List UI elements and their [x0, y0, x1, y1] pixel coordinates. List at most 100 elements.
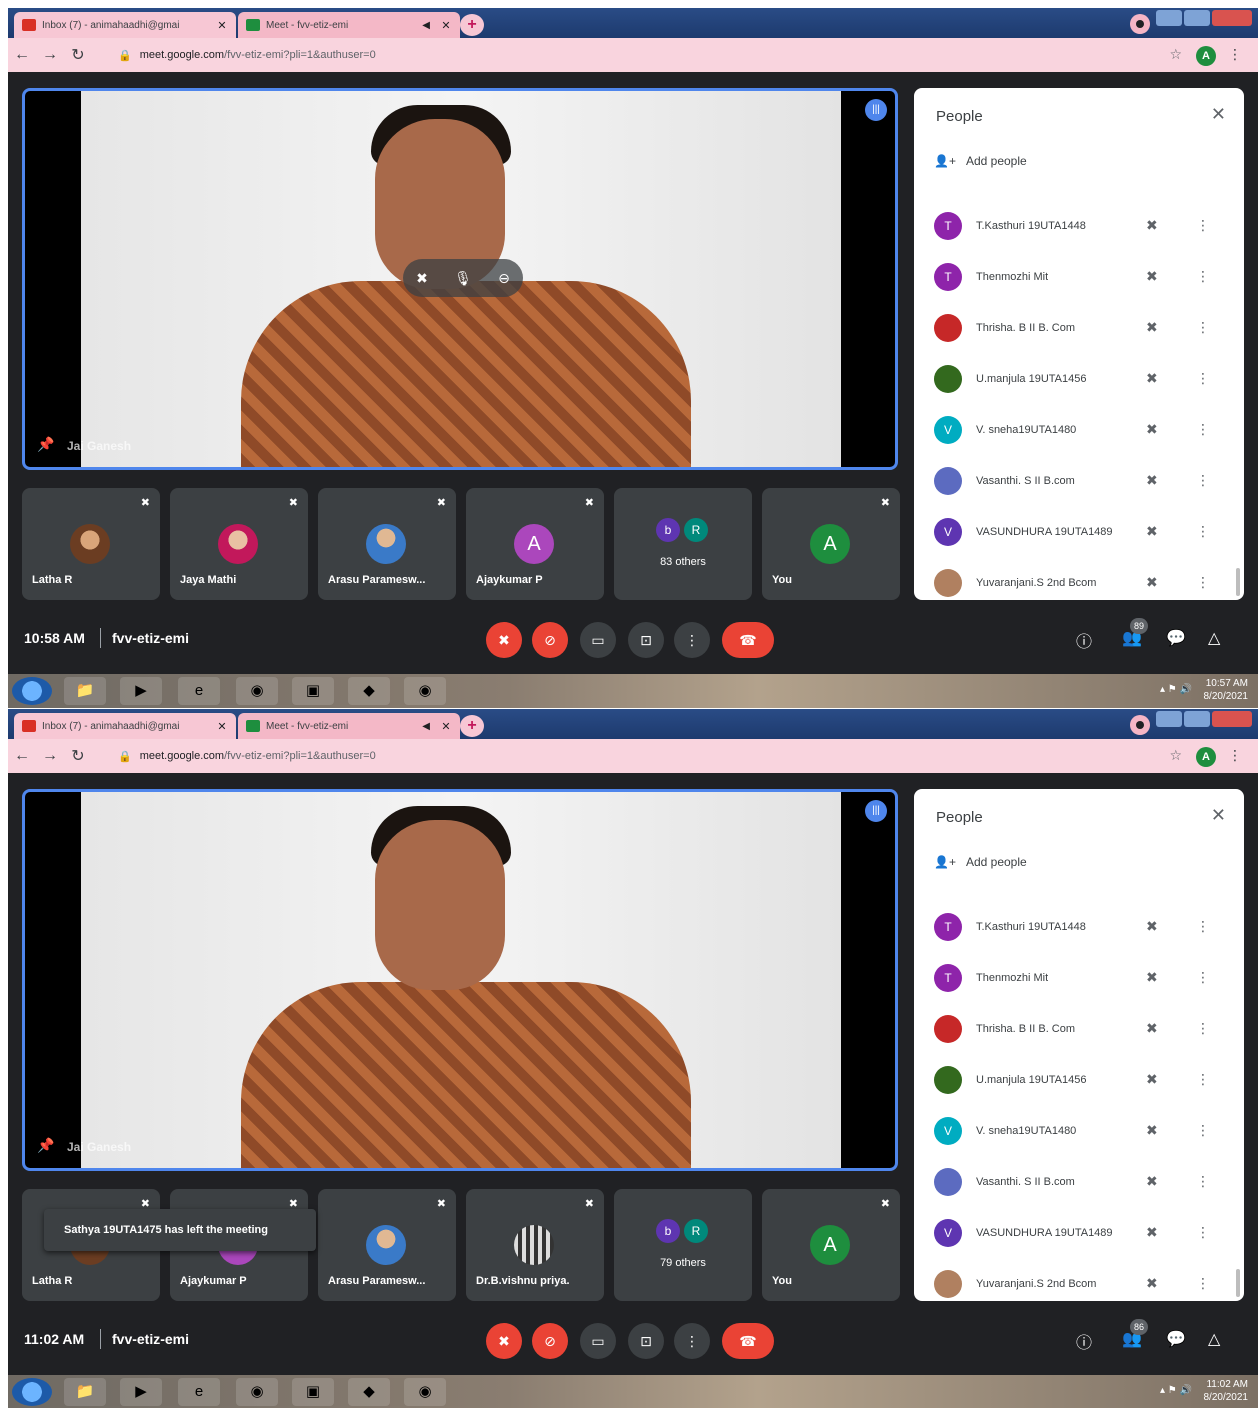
- bookmark-star-icon[interactable]: ☆: [1169, 747, 1182, 764]
- mic-icon[interactable]: 🎙: [454, 270, 472, 287]
- remove-icon[interactable]: ⊖: [498, 270, 510, 287]
- info-icon[interactable]: ⓘ: [1076, 1329, 1092, 1353]
- add-people-button[interactable]: 👤+ Add people: [934, 855, 1027, 869]
- participant-tile[interactable]: ✖ Jaya Mathi: [170, 488, 308, 600]
- profile-avatar[interactable]: A: [1196, 747, 1216, 767]
- mic-off-icon[interactable]: ✖: [1146, 969, 1158, 986]
- present-button[interactable]: ⊡: [628, 622, 664, 658]
- main-video[interactable]: ||| 📌 Jai Ganesh: [22, 789, 898, 1171]
- new-tab-button[interactable]: +: [460, 715, 484, 737]
- mic-toggle-button[interactable]: ✖: [486, 1323, 522, 1359]
- pin-icon[interactable]: 📌: [37, 436, 54, 453]
- more-options-icon[interactable]: ⋮: [1196, 370, 1210, 387]
- start-button[interactable]: [12, 1378, 52, 1406]
- browser-menu-icon[interactable]: ⋮: [1228, 747, 1242, 764]
- list-item[interactable]: Yuvaranjani.S 2nd Bcom ✖ ⋮: [914, 1258, 1244, 1301]
- mic-off-icon[interactable]: ✖: [416, 270, 428, 287]
- present-button[interactable]: ⊡: [628, 1323, 664, 1359]
- list-item[interactable]: V V. sneha19UTA1480 ✖ ⋮: [914, 404, 1244, 455]
- participant-tile[interactable]: ✖ Dr.B.vishnu priya.: [466, 1189, 604, 1301]
- ie-icon[interactable]: e: [178, 1378, 220, 1406]
- browser-menu-icon[interactable]: ⋮: [1228, 46, 1242, 63]
- start-button[interactable]: [12, 677, 52, 705]
- tab-gmail[interactable]: Inbox (7) - animahaadhi@gmai ✕: [14, 12, 236, 38]
- app-icon[interactable]: ▣: [292, 677, 334, 705]
- participant-tile[interactable]: ✖ Arasu Paramesw...: [318, 1189, 456, 1301]
- mic-off-icon[interactable]: ✖: [1146, 217, 1158, 234]
- maximize-button[interactable]: [1184, 711, 1210, 727]
- list-item[interactable]: Vasanthi. S II B.com ✖ ⋮: [914, 1156, 1244, 1207]
- minimize-button[interactable]: [1156, 10, 1182, 26]
- list-item[interactable]: V VASUNDHURA 19UTA1489 ✖ ⋮: [914, 506, 1244, 557]
- list-item[interactable]: Vasanthi. S II B.com ✖ ⋮: [914, 455, 1244, 506]
- list-item[interactable]: V VASUNDHURA 19UTA1489 ✖ ⋮: [914, 1207, 1244, 1258]
- tab-gmail[interactable]: Inbox (7) - animahaadhi@gmai ✕: [14, 713, 236, 739]
- reload-icon[interactable]: ↻: [64, 746, 92, 766]
- url-field[interactable]: 🔒 meet.google.com /fvv-etiz-emi?pli=1&au…: [108, 44, 1178, 66]
- scrollbar[interactable]: [1236, 1269, 1240, 1297]
- list-item[interactable]: Thrisha. B II B. Com ✖ ⋮: [914, 1003, 1244, 1054]
- list-item[interactable]: Yuvaranjani.S 2nd Bcom ✖ ⋮: [914, 557, 1244, 600]
- captions-button[interactable]: ▭: [580, 1323, 616, 1359]
- system-clock[interactable]: 11:02 AM 8/20/2021: [1204, 1378, 1249, 1404]
- pin-icon[interactable]: 📌: [37, 1137, 54, 1154]
- mic-off-icon[interactable]: ✖: [1146, 472, 1158, 489]
- others-tile[interactable]: b R 79 others: [614, 1189, 752, 1301]
- lock-icon[interactable]: 🔒: [118, 49, 132, 62]
- mic-off-icon[interactable]: ✖: [1146, 319, 1158, 336]
- self-tile[interactable]: ✖ A You: [762, 1189, 900, 1301]
- close-tab-icon[interactable]: ✕: [440, 19, 452, 32]
- bookmark-star-icon[interactable]: ☆: [1169, 46, 1182, 63]
- activities-icon[interactable]: △: [1208, 1329, 1220, 1349]
- system-clock[interactable]: 10:57 AM 8/20/2021: [1204, 677, 1249, 703]
- mic-toggle-button[interactable]: ✖: [486, 622, 522, 658]
- info-icon[interactable]: ⓘ: [1076, 628, 1092, 652]
- list-item[interactable]: U.manjula 19UTA1456 ✖ ⋮: [914, 353, 1244, 404]
- close-icon[interactable]: ✕: [1211, 805, 1226, 826]
- list-item[interactable]: T Thenmozhi Mit ✖ ⋮: [914, 251, 1244, 302]
- app-icon[interactable]: ◆: [348, 1378, 390, 1406]
- mic-off-icon[interactable]: ✖: [1146, 1224, 1158, 1241]
- lock-icon[interactable]: 🔒: [118, 750, 132, 763]
- chrome-icon[interactable]: ◉: [236, 1378, 278, 1406]
- mic-off-icon[interactable]: ✖: [1146, 918, 1158, 935]
- list-item[interactable]: U.manjula 19UTA1456 ✖ ⋮: [914, 1054, 1244, 1105]
- back-icon[interactable]: ←: [8, 46, 36, 64]
- close-tab-icon[interactable]: ✕: [440, 720, 452, 733]
- system-tray-icons[interactable]: ▴ ⚑ 🔊: [1160, 1385, 1192, 1396]
- more-options-icon[interactable]: ⋮: [1196, 268, 1210, 285]
- people-icon[interactable]: 👥 89: [1122, 618, 1148, 648]
- others-tile[interactable]: b R 83 others: [614, 488, 752, 600]
- speaker-icon[interactable]: ◀: [422, 20, 430, 31]
- list-item[interactable]: Thrisha. B II B. Com ✖ ⋮: [914, 302, 1244, 353]
- minimize-button[interactable]: [1156, 711, 1182, 727]
- record-icon[interactable]: [1130, 715, 1150, 735]
- more-options-icon[interactable]: ⋮: [1196, 217, 1210, 234]
- explorer-icon[interactable]: 📁: [64, 677, 106, 705]
- more-options-icon[interactable]: ⋮: [1196, 1122, 1210, 1139]
- app-icon[interactable]: ▣: [292, 1378, 334, 1406]
- mic-off-icon[interactable]: ✖: [1146, 1122, 1158, 1139]
- system-tray-icons[interactable]: ▴ ⚑ 🔊: [1160, 684, 1192, 695]
- camera-toggle-button[interactable]: ⊘: [532, 1323, 568, 1359]
- mic-off-icon[interactable]: ✖: [1146, 523, 1158, 540]
- more-options-icon[interactable]: ⋮: [1196, 523, 1210, 540]
- media-player-icon[interactable]: ▶: [120, 677, 162, 705]
- mic-off-icon[interactable]: ✖: [1146, 370, 1158, 387]
- captions-button[interactable]: ▭: [580, 622, 616, 658]
- more-options-icon[interactable]: ⋮: [1196, 918, 1210, 935]
- forward-icon[interactable]: →: [36, 747, 64, 765]
- mic-off-icon[interactable]: ✖: [1146, 574, 1158, 591]
- more-options-icon[interactable]: ⋮: [1196, 319, 1210, 336]
- close-icon[interactable]: ✕: [1211, 104, 1226, 125]
- ie-icon[interactable]: e: [178, 677, 220, 705]
- participant-tile[interactable]: ✖ Arasu Paramesw...: [318, 488, 456, 600]
- leave-call-button[interactable]: ☎: [722, 1323, 774, 1359]
- app-icon[interactable]: ◆: [348, 677, 390, 705]
- more-options-icon[interactable]: ⋮: [1196, 1275, 1210, 1292]
- close-tab-icon[interactable]: ✕: [216, 19, 228, 32]
- more-options-icon[interactable]: ⋮: [1196, 1071, 1210, 1088]
- scrollbar[interactable]: [1236, 568, 1240, 596]
- people-icon[interactable]: 👥 86: [1122, 1319, 1148, 1349]
- close-tab-icon[interactable]: ✕: [216, 720, 228, 733]
